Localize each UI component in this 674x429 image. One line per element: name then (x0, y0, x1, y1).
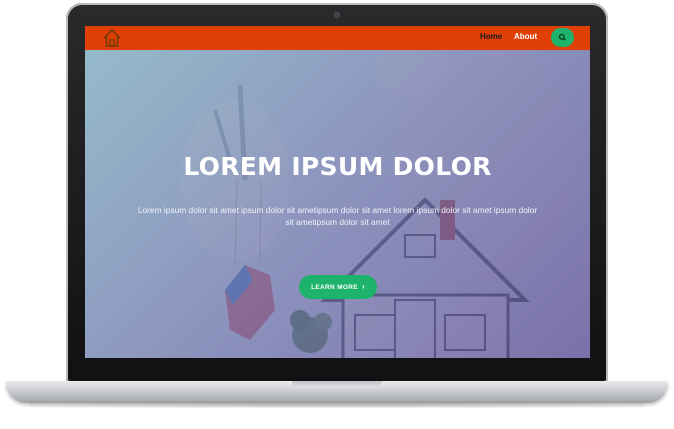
nav-link-about[interactable]: About (514, 32, 537, 41)
camera-icon (334, 12, 340, 18)
hero-section: LOREM IPSUM DOLOR Lorem ipsum dolor sit … (85, 50, 590, 358)
laptop-shadow (30, 402, 644, 408)
nav-link-home[interactable]: Home (480, 32, 502, 41)
laptop-screen: Home About LOREM IPSUM DOLOR Lorem ipsum… (85, 26, 590, 358)
hero-title: LOREM IPSUM DOLOR (183, 152, 492, 181)
learn-more-label: LEARN MORE (311, 284, 358, 291)
house-icon[interactable] (101, 27, 123, 49)
learn-more-button[interactable]: LEARN MORE › (299, 275, 377, 299)
chevron-right-icon: › (361, 282, 365, 291)
laptop-notch (292, 381, 382, 388)
hero-description: Lorem ipsum dolor sit amet ipsum dolor s… (137, 205, 538, 227)
search-button[interactable] (551, 28, 574, 47)
navbar: Home About (85, 26, 590, 50)
search-icon (558, 33, 566, 41)
